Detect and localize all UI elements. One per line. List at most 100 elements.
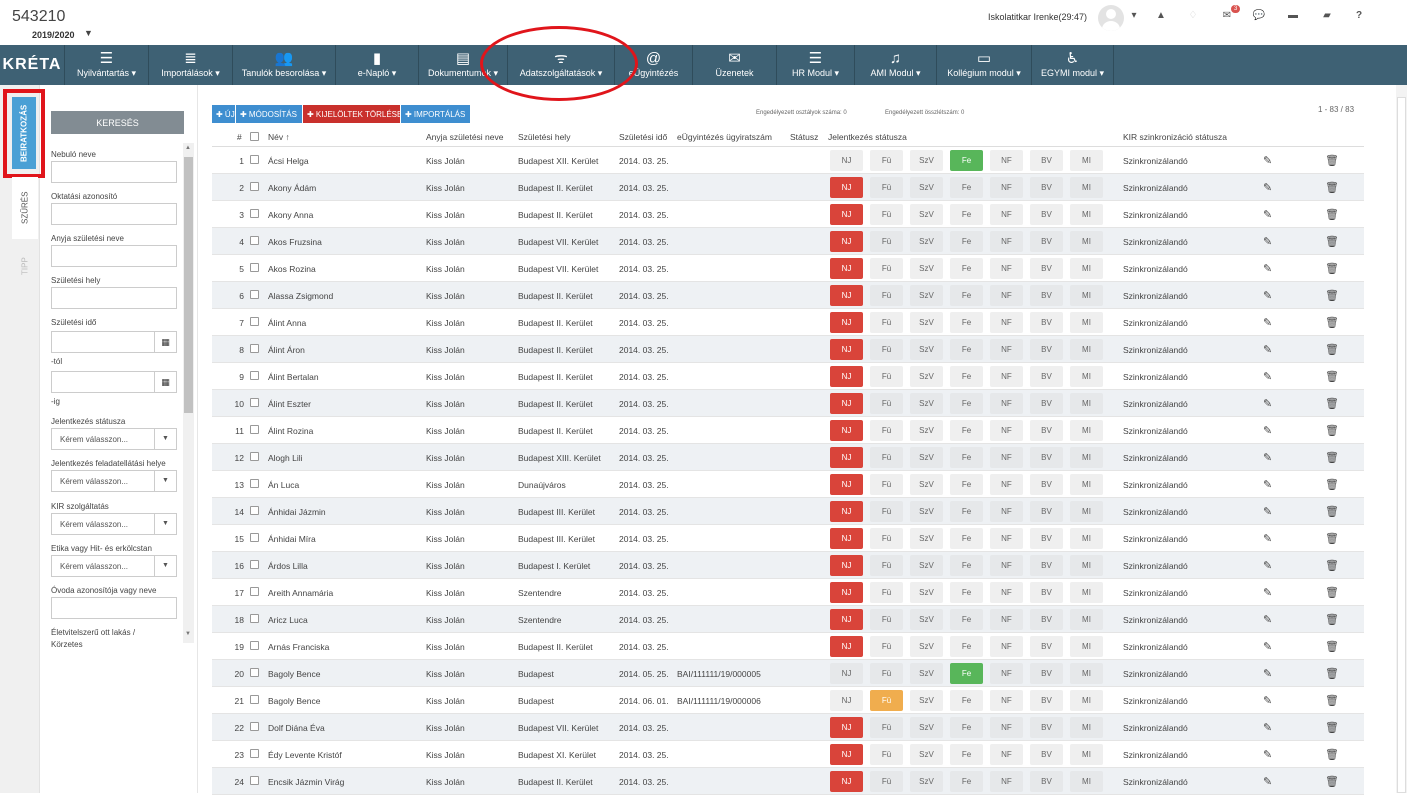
table-row[interactable]: 2 Akony Ádám Kiss Jolán Budapest II. Kerüle…: [212, 174, 1364, 201]
col-name[interactable]: Név ↑: [268, 132, 290, 142]
trash-icon[interactable]: 🗑: [1325, 424, 1339, 437]
trash-icon[interactable]: 🗑: [1325, 343, 1339, 356]
status-button[interactable]: BV: [1030, 393, 1063, 414]
education-id-input[interactable]: [51, 203, 177, 225]
row-checkbox[interactable]: [250, 317, 259, 326]
status-button[interactable]: NF: [990, 258, 1023, 279]
status-button[interactable]: BV: [1030, 204, 1063, 225]
status-button[interactable]: MI: [1070, 528, 1103, 549]
row-checkbox[interactable]: [250, 263, 259, 272]
tab-szures[interactable]: SZŰRÉS: [12, 177, 38, 239]
status-button[interactable]: SzV: [910, 555, 943, 576]
birthdate-to-input[interactable]: ▦: [51, 371, 177, 393]
status-button[interactable]: MI: [1070, 582, 1103, 603]
row-checkbox[interactable]: [250, 290, 259, 299]
row-checkbox[interactable]: [250, 614, 259, 623]
table-row[interactable]: 23 Édy Levente Kristóf Kiss Jolán Budapest …: [212, 741, 1364, 768]
new-button[interactable]: ✚ ÚJ: [212, 105, 235, 123]
status-button[interactable]: Fe: [950, 744, 983, 765]
row-checkbox[interactable]: [250, 344, 259, 353]
status-button[interactable]: NJ: [830, 609, 863, 630]
status-button[interactable]: NF: [990, 690, 1023, 711]
status-button[interactable]: NJ: [830, 501, 863, 522]
status-button[interactable]: MI: [1070, 690, 1103, 711]
status-button[interactable]: BV: [1030, 528, 1063, 549]
status-button[interactable]: NJ: [830, 231, 863, 252]
trash-icon[interactable]: 🗑: [1325, 316, 1339, 329]
status-button[interactable]: BV: [1030, 474, 1063, 495]
table-row[interactable]: 1 Ácsi Helga Kiss Jolán Budapest XII. Kerül…: [212, 147, 1364, 174]
status-button[interactable]: BV: [1030, 285, 1063, 306]
avatar[interactable]: [1098, 5, 1124, 31]
status-button[interactable]: NJ: [830, 771, 863, 792]
status-button[interactable]: Fü: [870, 744, 903, 765]
status-button[interactable]: NJ: [830, 420, 863, 441]
status-button[interactable]: MI: [1070, 447, 1103, 468]
application-status-select[interactable]: Kérem válasszon... ▼: [51, 428, 177, 450]
edit-icon[interactable]: ✎: [1263, 613, 1272, 626]
school-year-selector[interactable]: 2019/2020: [32, 30, 75, 40]
edit-icon[interactable]: ✎: [1263, 478, 1272, 491]
status-button[interactable]: Fe: [950, 636, 983, 657]
status-button[interactable]: BV: [1030, 717, 1063, 738]
edit-icon[interactable]: ✎: [1263, 721, 1272, 734]
status-button[interactable]: Fü: [870, 582, 903, 603]
edit-icon[interactable]: ✎: [1263, 343, 1272, 356]
edit-icon[interactable]: ✎: [1263, 235, 1272, 248]
edit-icon[interactable]: ✎: [1263, 316, 1272, 329]
status-button[interactable]: Fe: [950, 474, 983, 495]
status-button[interactable]: SzV: [910, 285, 943, 306]
status-button[interactable]: MI: [1070, 501, 1103, 522]
page-scrollbar[interactable]: [1396, 85, 1407, 793]
status-button[interactable]: Fe: [950, 663, 983, 684]
row-checkbox[interactable]: [250, 749, 259, 758]
status-button[interactable]: SzV: [910, 636, 943, 657]
table-row[interactable]: 9 Álint Bertalan Kiss Jolán Budapest II. Ke…: [212, 363, 1364, 390]
status-button[interactable]: SzV: [910, 771, 943, 792]
status-button[interactable]: Fe: [950, 285, 983, 306]
status-button[interactable]: SzV: [910, 474, 943, 495]
status-button[interactable]: NF: [990, 177, 1023, 198]
import-button[interactable]: ✚ IMPORTÁLÁS: [401, 105, 470, 123]
row-checkbox[interactable]: [250, 479, 259, 488]
status-button[interactable]: NJ: [830, 447, 863, 468]
nav-dokumentumok[interactable]: ▤ Dokumentumok ▾: [419, 45, 508, 85]
status-button[interactable]: BV: [1030, 339, 1063, 360]
status-button[interactable]: MI: [1070, 231, 1103, 252]
status-button[interactable]: MI: [1070, 312, 1103, 333]
row-checkbox[interactable]: [250, 425, 259, 434]
status-button[interactable]: SzV: [910, 447, 943, 468]
modify-button[interactable]: ✚ MÓDOSÍTÁS: [236, 105, 302, 123]
status-button[interactable]: NJ: [830, 366, 863, 387]
status-button[interactable]: SzV: [910, 690, 943, 711]
status-button[interactable]: SzV: [910, 717, 943, 738]
status-button[interactable]: Fü: [870, 177, 903, 198]
trash-icon[interactable]: 🗑: [1325, 667, 1339, 680]
status-button[interactable]: Fü: [870, 447, 903, 468]
status-button[interactable]: NF: [990, 204, 1023, 225]
status-button[interactable]: NJ: [830, 717, 863, 738]
status-button[interactable]: NF: [990, 744, 1023, 765]
table-row[interactable]: 3 Akony Anna Kiss Jolán Budapest II. Kerüle…: [212, 201, 1364, 228]
status-button[interactable]: BV: [1030, 690, 1063, 711]
birthplace-input[interactable]: [51, 287, 177, 309]
status-button[interactable]: Fe: [950, 582, 983, 603]
table-row[interactable]: 24 Encsik Jázmin Virág Kiss Jolán Budapest …: [212, 768, 1364, 795]
status-button[interactable]: NF: [990, 231, 1023, 252]
kindergarten-input[interactable]: [51, 597, 177, 619]
nebulo-name-input[interactable]: [51, 161, 177, 183]
status-button[interactable]: BV: [1030, 366, 1063, 387]
status-button[interactable]: SzV: [910, 366, 943, 387]
status-button[interactable]: Fü: [870, 609, 903, 630]
table-row[interactable]: 15 Ánhidai Míra Kiss Jolán Budapest III. Ke…: [212, 525, 1364, 552]
status-button[interactable]: MI: [1070, 366, 1103, 387]
status-button[interactable]: NJ: [830, 285, 863, 306]
trash-icon[interactable]: 🗑: [1325, 208, 1339, 221]
status-button[interactable]: Fe: [950, 204, 983, 225]
edit-icon[interactable]: ✎: [1263, 775, 1272, 788]
status-button[interactable]: BV: [1030, 150, 1063, 171]
trash-icon[interactable]: 🗑: [1325, 532, 1339, 545]
status-button[interactable]: Fe: [950, 528, 983, 549]
status-button[interactable]: Fe: [950, 609, 983, 630]
status-button[interactable]: SzV: [910, 582, 943, 603]
